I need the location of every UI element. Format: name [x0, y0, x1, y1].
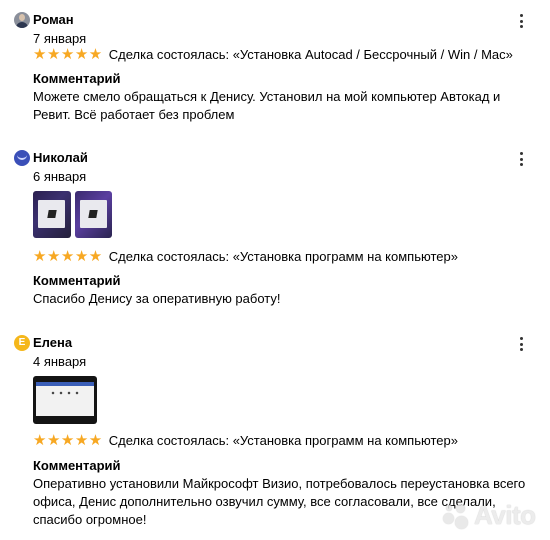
comment-label: Комментарий: [33, 458, 121, 473]
more-vertical-icon[interactable]: [514, 335, 528, 353]
review-date: 6 января: [33, 169, 87, 184]
more-vertical-icon[interactable]: [514, 12, 528, 30]
review-photo[interactable]: [75, 191, 112, 238]
star-rating-icon: ★★★★★: [33, 46, 103, 63]
reviewer-name[interactable]: Роман: [33, 11, 74, 29]
deal-info: Сделка состоялась: «Установка программ н…: [108, 433, 458, 448]
review-date: 4 января: [33, 354, 87, 369]
comment-text: Можете смело обращаться к Денису. Устано…: [33, 89, 501, 122]
review-photo[interactable]: [33, 191, 71, 238]
rating-row: ★★★★★ Сделка состоялась: «Установка прог…: [33, 248, 458, 266]
reviewer-name[interactable]: Елена: [33, 334, 72, 352]
avito-logo-icon: [442, 501, 472, 529]
deal-info: Сделка состоялась: «Установка Autocad / …: [108, 47, 513, 62]
deal-info: Сделка состоялась: «Установка программ н…: [108, 249, 458, 264]
comment-text: Спасибо Денису за оперативную работу!: [33, 291, 281, 306]
more-vertical-icon[interactable]: [514, 150, 528, 168]
review-photo[interactable]: [33, 376, 97, 424]
avatar[interactable]: [14, 12, 30, 28]
reviewer-name[interactable]: Николай: [33, 149, 88, 167]
avito-wordmark: Avito: [474, 499, 536, 530]
avatar[interactable]: Е: [14, 335, 30, 351]
star-rating-icon: ★★★★★: [33, 432, 103, 449]
comment-label: Комментарий: [33, 273, 121, 288]
rating-row: ★★★★★ Сделка состоялась: «Установка Auto…: [33, 46, 513, 64]
comment-label: Комментарий: [33, 71, 121, 86]
rating-row: ★★★★★ Сделка состоялась: «Установка прог…: [33, 432, 458, 450]
avito-watermark: Avito: [442, 499, 536, 530]
avatar[interactable]: [14, 150, 30, 166]
star-rating-icon: ★★★★★: [33, 248, 103, 265]
